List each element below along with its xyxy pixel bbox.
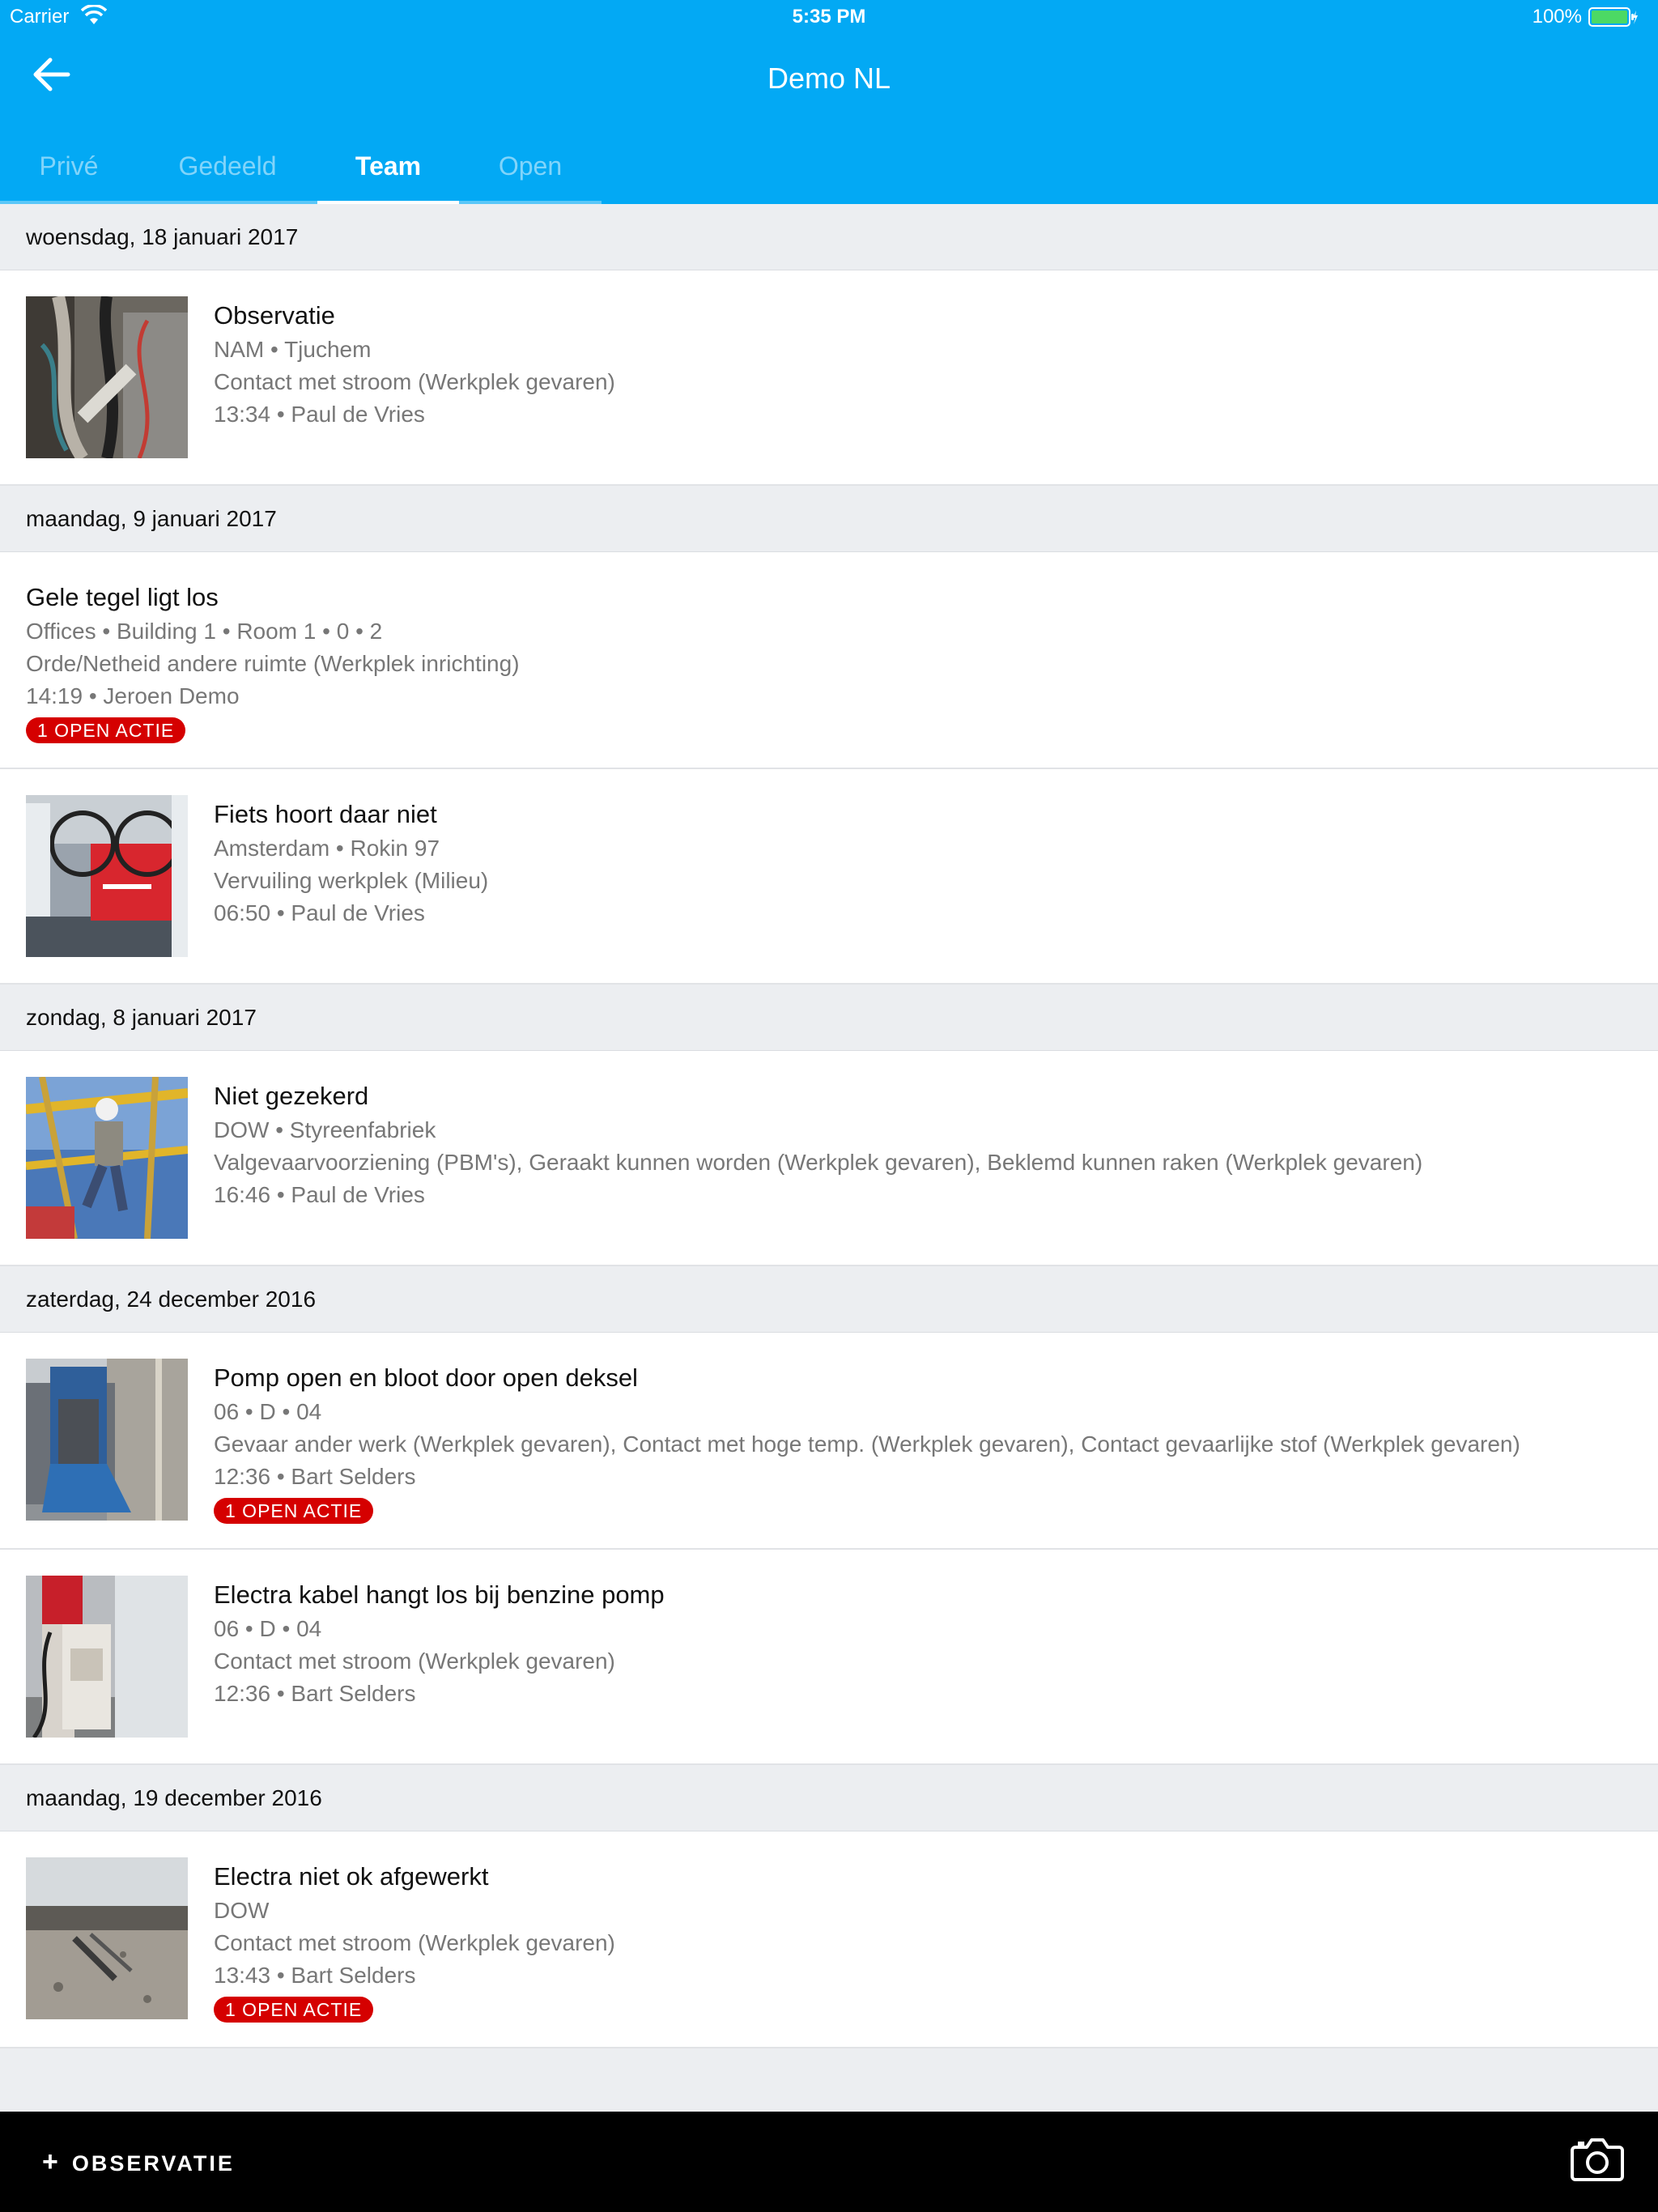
tab-label: Gedeeld [178,151,277,181]
observation-title: Electra niet ok afgewerkt [214,1862,489,1891]
observation-category: Contact met stroom (Werkplek gevaren) [214,369,615,394]
observation-category: Contact met stroom (Werkplek gevaren) [214,1648,615,1674]
observation-location: DOW • Styreenfabriek [214,1117,436,1142]
observation-item[interactable]: Fiets hoort daar niet Amsterdam • Rokin … [0,769,1658,985]
section-date-header: maandag, 9 januari 2017 [0,486,1658,552]
camera-icon [1571,2138,1624,2181]
nav-bar: Demo NL [0,32,1658,123]
camera-button[interactable] [1571,2136,1624,2181]
observation-title: Gele tegel ligt los [26,583,219,611]
bottom-action-bar: + OBSERVATIE [0,2112,1658,2212]
battery-icon [1588,7,1639,27]
observation-meta: 12:36 • Bart Selders [214,1681,416,1706]
tab-open[interactable]: Open [459,136,602,204]
observation-meta: 12:36 • Bart Selders [214,1464,416,1489]
tab-label: Privé [39,151,99,181]
observation-location: 06 • D • 04 [214,1616,322,1641]
tab-label: Team [355,151,422,181]
observation-meta: 14:19 • Jeroen Demo [26,683,240,708]
observation-title: Niet gezekerd [214,1082,369,1110]
observation-meta: 06:50 • Paul de Vries [214,900,425,925]
status-time: 5:35 PM [792,6,866,28]
section-date-header: zondag, 8 januari 2017 [0,985,1658,1051]
section-date-header: woensdag, 18 januari 2017 [0,204,1658,270]
observation-item[interactable]: Electra niet ok afgewerkt DOW Contact me… [0,1831,1658,2048]
observation-category: Valgevaarvoorziening (PBM's), Geraakt ku… [214,1150,1423,1175]
observation-photo [26,795,188,957]
observation-item[interactable]: Pomp open en bloot door open deksel 06 •… [0,1333,1658,1550]
observation-title: Pomp open en bloot door open deksel [214,1363,638,1392]
battery-percent: 100% [1532,6,1582,28]
observation-title: Electra kabel hangt los bij benzine pomp [214,1580,665,1609]
section-date-header: maandag, 19 december 2016 [0,1765,1658,1831]
section-date-header: zaterdag, 24 december 2016 [0,1266,1658,1333]
observation-item[interactable]: Niet gezekerd DOW • Styreenfabriek Valge… [0,1051,1658,1266]
observation-location: Amsterdam • Rokin 97 [214,836,440,861]
observation-location: Offices • Building 1 • Room 1 • 0 • 2 [26,619,383,644]
observation-location: NAM • Tjuchem [214,337,372,362]
tab-prive[interactable]: Privé [0,136,138,204]
observation-title: Observatie [214,301,335,330]
observation-item[interactable]: Observatie NAM • Tjuchem Contact met str… [0,270,1658,486]
tab-label: Open [498,151,563,181]
observation-meta: 13:34 • Paul de Vries [214,402,425,427]
observation-category: Contact met stroom (Werkplek gevaren) [214,1930,615,1955]
observation-meta: 16:46 • Paul de Vries [214,1182,425,1207]
tab-team[interactable]: Team [317,136,459,204]
observation-photo [26,1576,188,1738]
observation-photo [26,1359,188,1521]
observation-photo [26,1077,188,1239]
app-header: Carrier 5:35 PM 100% Demo NL Privé Gedee… [0,0,1658,204]
observation-photo [26,1857,188,2019]
observation-title: Fiets hoort daar niet [214,800,437,828]
observation-category: Gevaar ander werk (Werkplek gevaren), Co… [214,1431,1520,1457]
open-action-badge: 1 OPEN ACTIE [214,1498,374,1524]
observation-list[interactable]: woensdag, 18 januari 2017 Observatie NAM… [0,204,1658,2112]
observation-item[interactable]: Gele tegel ligt los Offices • Building 1… [0,552,1658,769]
observation-meta: 13:43 • Bart Selders [214,1963,416,1988]
open-action-badge: 1 OPEN ACTIE [214,1997,374,2023]
status-bar: Carrier 5:35 PM 100% [0,0,1658,32]
add-observation-label: OBSERVATIE [71,2151,235,2176]
section-date-header-partial [0,2048,1658,2112]
observation-location: 06 • D • 04 [214,1399,322,1424]
page-title: Demo NL [767,62,891,95]
observation-photo [26,296,188,458]
tab-gedeeld[interactable]: Gedeeld [138,136,317,204]
open-action-badge: 1 OPEN ACTIE [26,717,186,743]
observation-item[interactable]: Electra kabel hangt los bij benzine pomp… [0,1550,1658,1765]
observation-category: Vervuiling werkplek (Milieu) [214,868,489,893]
observation-location: DOW [214,1898,270,1923]
observation-category: Orde/Netheid andere ruimte (Werkplek inr… [26,651,520,676]
app: Carrier 5:35 PM 100% Demo NL Privé Gedee… [0,0,1658,2212]
plus-icon: + [42,2146,61,2177]
add-observation-button[interactable]: + OBSERVATIE [42,2139,235,2184]
